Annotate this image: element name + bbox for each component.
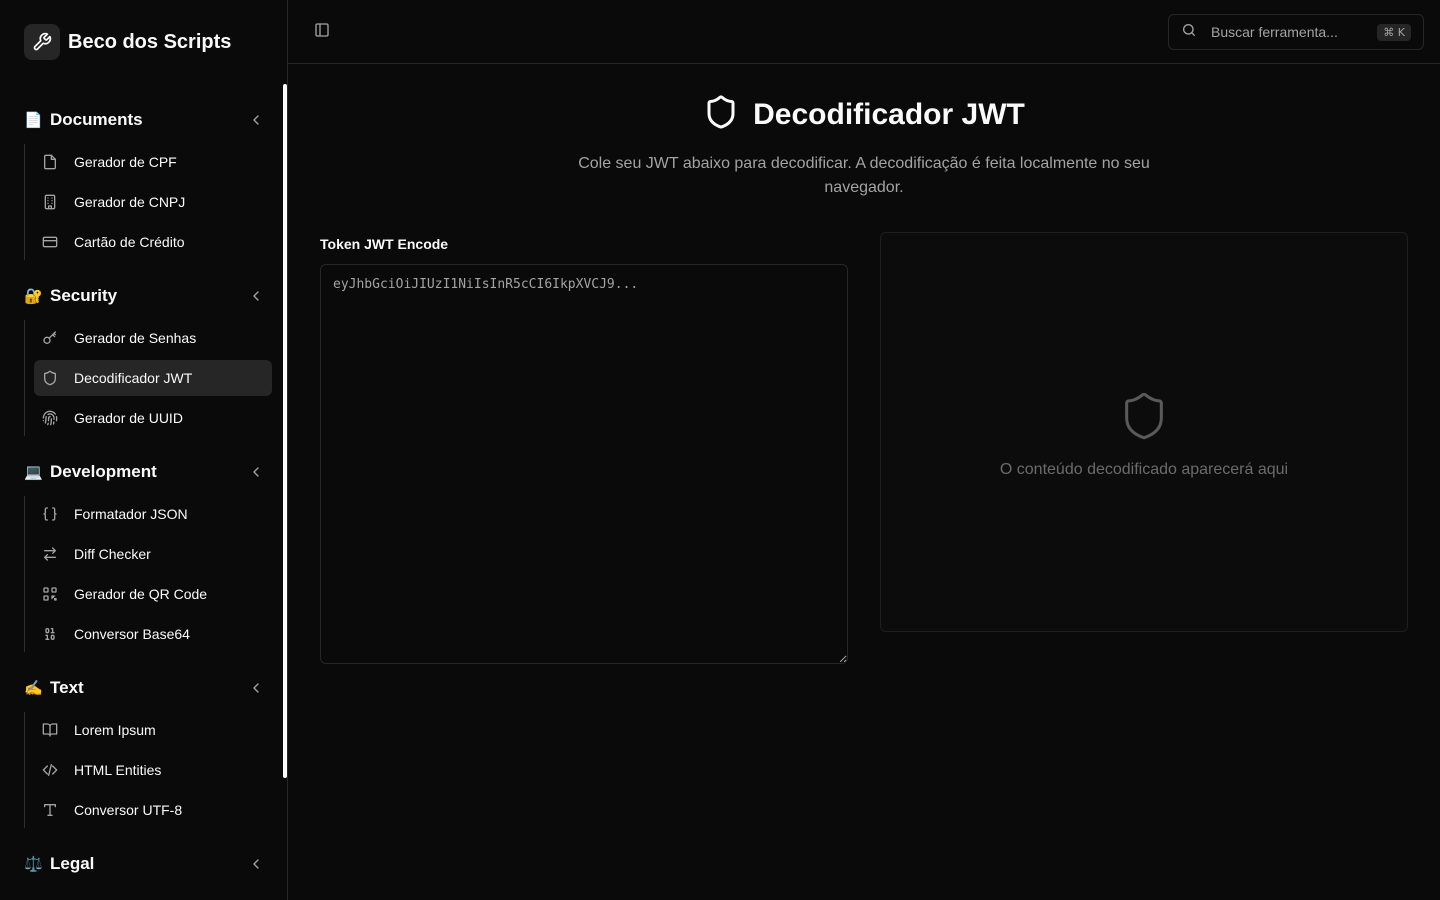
sidebar-item[interactable]: Formatador JSON [34, 496, 272, 532]
sidebar-item[interactable]: Gerador de UUID [34, 400, 272, 436]
chevron-left-icon[interactable] [248, 856, 264, 872]
chevron-left-icon[interactable] [248, 112, 264, 128]
sidebar-item-label: Gerador de QR Code [74, 586, 208, 602]
sidebar-scrollbar[interactable] [283, 84, 287, 778]
sidebar-item-label: Gerador de Senhas [74, 330, 197, 346]
sidebar-item-list: Gerador de Senhas Decodificador JWT Gerado… [24, 320, 272, 436]
chevron-left-icon[interactable] [248, 288, 264, 304]
credit-card-icon [42, 234, 58, 250]
section-title: Text [50, 678, 84, 697]
app-name: Beco dos Scripts [68, 30, 232, 53]
sidebar-section-header[interactable]: 📄 Documents [24, 104, 272, 136]
key-icon [42, 330, 58, 346]
sidebar-item-label: Cartão de Crédito [74, 234, 185, 250]
file-icon [42, 154, 58, 170]
sidebar-section-documents: 📄 Documents Gerador de CPF Gerador de CNPJ C… [24, 104, 272, 264]
section-emoji: ✍️ [24, 680, 43, 697]
sidebar-item[interactable]: Conversor Base64 [34, 616, 272, 652]
shield-icon [1118, 386, 1170, 451]
sidebar-item[interactable]: Decodificador JWT [34, 360, 272, 396]
section-title: Development [50, 462, 157, 481]
sidebar-item-list: Formatador JSON Diff Checker Gerador de QR… [24, 496, 272, 652]
sidebar-item[interactable]: Gerador de CNPJ [34, 184, 272, 220]
sidebar-item[interactable]: Lorem Ipsum [34, 712, 272, 748]
section-title: Documents [50, 110, 143, 129]
sidebar-section-legal: ⚖️ Legal [24, 848, 272, 880]
sidebar-item[interactable]: Gerador de Senhas [34, 320, 272, 356]
sidebar-item-label: Diff Checker [74, 546, 151, 562]
sidebar-section-header[interactable]: 🔐 Security [24, 280, 272, 312]
arrows-left-right-icon [42, 546, 58, 562]
sidebar: Beco dos Scripts 📄 Documents Gerador de CP… [0, 0, 288, 900]
fingerprint-icon [42, 410, 58, 426]
binary-icon [42, 626, 58, 642]
type-icon [42, 802, 58, 818]
sidebar-item-label: Gerador de UUID [74, 410, 183, 426]
sidebar-item-label: HTML Entities [74, 762, 162, 778]
code-icon [42, 762, 58, 778]
sidebar-section-header[interactable]: 💻 Development [24, 456, 272, 488]
sidebar-item-label: Decodificador JWT [74, 370, 193, 386]
search-button[interactable]: Buscar ferramenta... ⌘ K [1168, 14, 1424, 50]
sidebar-item[interactable]: HTML Entities [34, 752, 272, 788]
sidebar-item-list: Gerador de CPF Gerador de CNPJ Cartão de C… [24, 144, 272, 260]
section-emoji: ⚖️ [24, 856, 43, 873]
page-title: Decodificador JWT [288, 94, 1440, 135]
token-input[interactable] [320, 264, 848, 664]
qr-code-icon [42, 586, 58, 602]
brand[interactable]: Beco dos Scripts [24, 24, 231, 60]
sidebar-toggle-icon[interactable] [314, 22, 334, 42]
sidebar-section-header[interactable]: ⚖️ Legal [24, 848, 272, 880]
sidebar-section-development: 💻 Development Formatador JSON Diff Checker G… [24, 456, 272, 656]
decoded-output-panel: O conteúdo decodificado aparecerá aqui [880, 232, 1408, 632]
sidebar-section-text: ✍️ Text Lorem Ipsum HTML Entities Conversor … [24, 672, 272, 832]
sidebar-item[interactable]: Conversor UTF-8 [34, 792, 272, 828]
page-heading: Decodificador JWT [753, 97, 1025, 131]
section-title: Security [50, 286, 118, 305]
sidebar-section-header[interactable]: ✍️ Text [24, 672, 272, 704]
sidebar-item-label: Conversor UTF-8 [74, 802, 183, 818]
section-emoji: 🔐 [24, 288, 43, 305]
output-placeholder: O conteúdo decodificado aparecerá aqui [999, 460, 1289, 478]
building-icon [42, 194, 58, 210]
section-emoji: 📄 [24, 112, 43, 129]
sidebar-item-label: Lorem Ipsum [74, 722, 156, 738]
section-emoji: 💻 [24, 464, 43, 481]
wrench-icon [24, 24, 60, 60]
sidebar-item[interactable]: Gerador de QR Code [34, 576, 272, 612]
page-description: Cole seu JWT abaixo para decodificar. A … [578, 155, 1150, 196]
sidebar-item-label: Gerador de CPF [74, 154, 177, 170]
shield-icon [42, 370, 58, 386]
search-shortcut: ⌘ K [1377, 23, 1411, 41]
token-input-label: Token JWT Encode [320, 236, 449, 252]
sidebar-section-security: 🔐 Security Gerador de Senhas Decodificador … [24, 280, 272, 440]
chevron-left-icon[interactable] [248, 464, 264, 480]
sidebar-item[interactable]: Cartão de Crédito [34, 224, 272, 260]
shield-icon [703, 94, 739, 135]
sidebar-item-label: Formatador JSON [74, 506, 188, 522]
search-placeholder: Buscar ferramenta... [1211, 24, 1338, 40]
chevron-left-icon[interactable] [248, 680, 264, 696]
sidebar-item-label: Conversor Base64 [74, 626, 190, 642]
section-title: Legal [50, 854, 95, 873]
sidebar-item[interactable]: Diff Checker [34, 536, 272, 572]
sidebar-item-list: Lorem Ipsum HTML Entities Conversor UTF-8 [24, 712, 272, 828]
sidebar-item[interactable]: Gerador de CPF [34, 144, 272, 180]
topbar: Buscar ferramenta... ⌘ K [288, 0, 1440, 64]
search-icon [1181, 22, 1197, 43]
sidebar-item-label: Gerador de CNPJ [74, 194, 186, 210]
book-open-icon [42, 722, 58, 738]
braces-icon [42, 506, 58, 522]
